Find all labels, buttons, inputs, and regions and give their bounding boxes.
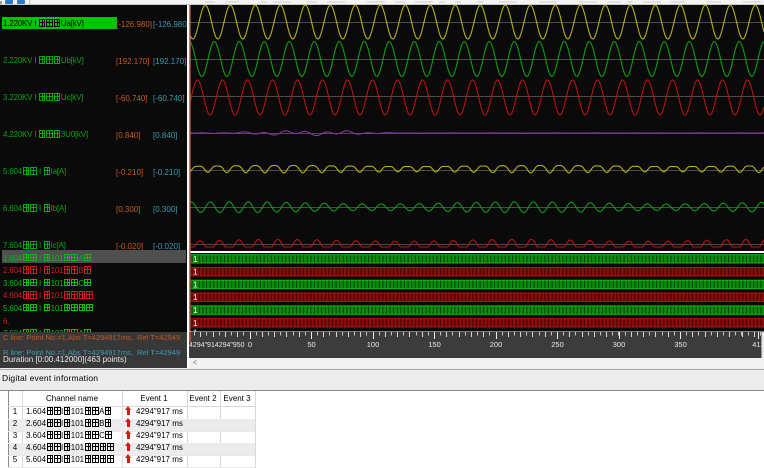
svg-text:0: 0 xyxy=(248,340,252,349)
svg-text:1: 1 xyxy=(193,306,198,315)
svg-text:300: 300 xyxy=(613,340,626,349)
svg-text:1: 1 xyxy=(193,255,198,264)
svg-text:100: 100 xyxy=(367,340,380,349)
svg-text:250: 250 xyxy=(551,340,564,349)
svg-text:1: 1 xyxy=(193,293,198,302)
svg-text:4294"914294"950: 4294"914294"950 xyxy=(189,342,245,349)
svg-text:1: 1 xyxy=(193,319,198,328)
svg-text:200: 200 xyxy=(490,340,503,349)
svg-text:1: 1 xyxy=(193,268,198,277)
svg-text:50: 50 xyxy=(307,340,315,349)
svg-text:150: 150 xyxy=(428,340,441,349)
svg-text:1: 1 xyxy=(193,280,198,289)
svg-text:350: 350 xyxy=(674,340,687,349)
